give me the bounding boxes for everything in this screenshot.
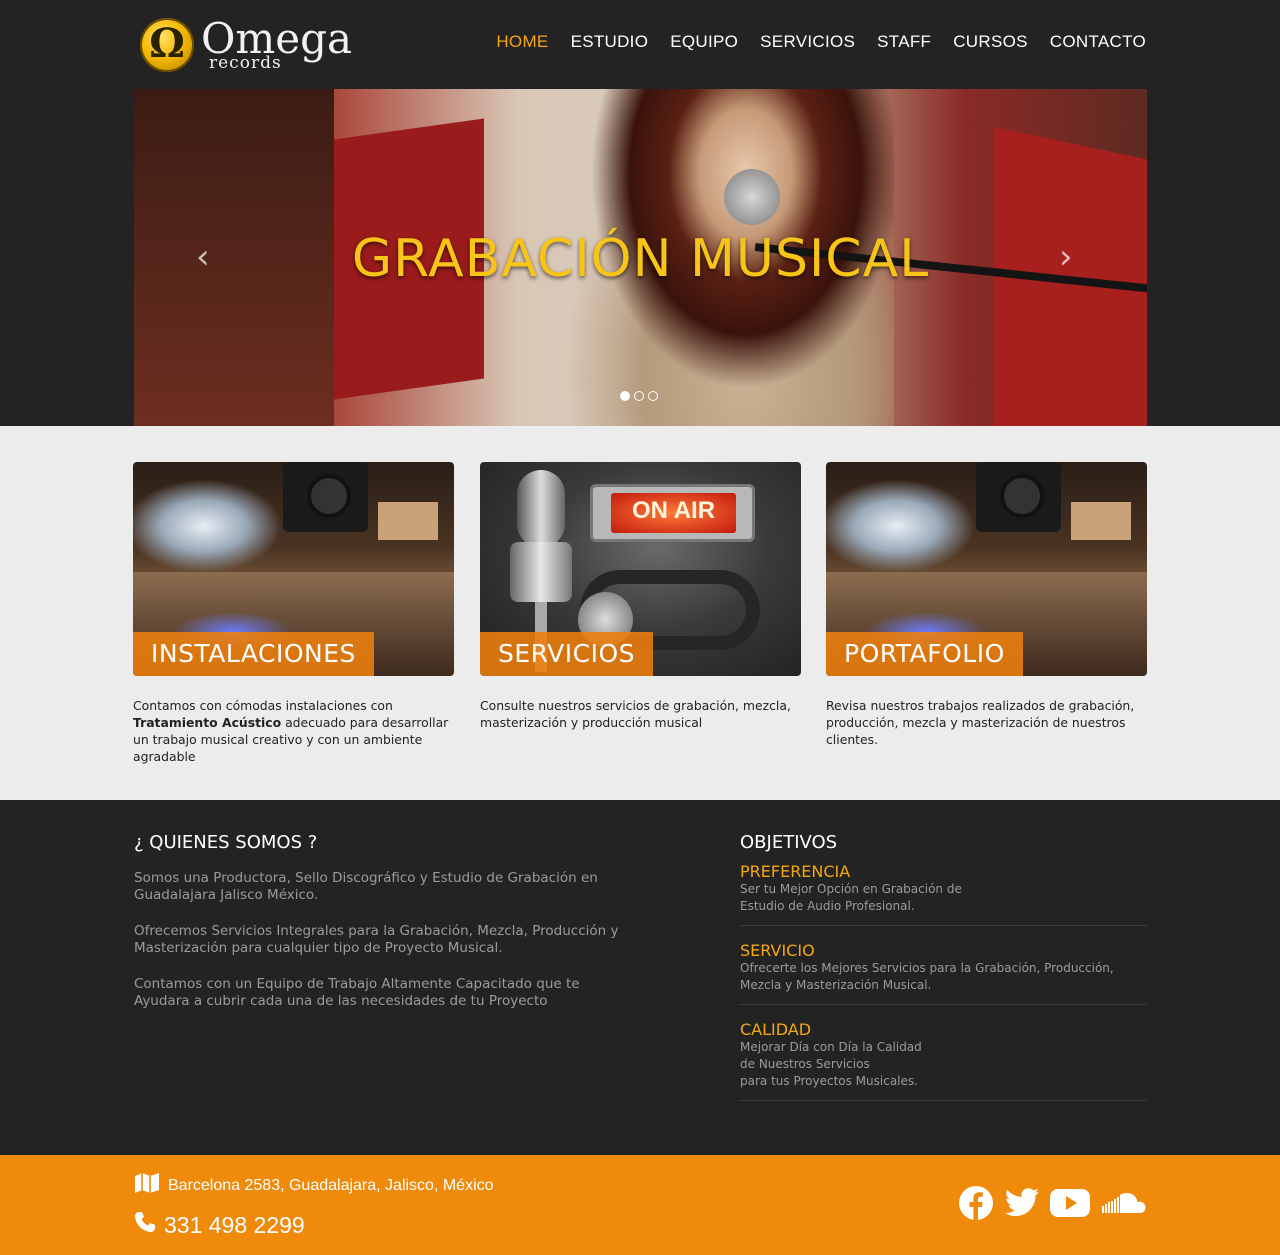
phone-icon [134,1211,156,1239]
studio-speaker [283,462,368,532]
microphone-body [510,542,572,602]
features-section: INSTALACIONES Contamos con cómodas insta… [0,426,1280,800]
footer-phone: 331 498 2299 [134,1211,305,1239]
hero-title: GRABACIÓN MUSICAL [351,229,930,289]
card-image-studio[interactable]: INSTALACIONES [133,462,454,676]
map-icon [134,1173,160,1198]
about-title: ¿ QUIENES SOMOS ? [134,832,318,853]
nav-staff[interactable]: STAFF [877,32,931,52]
goal-text: Ofrecerte los Mejores Servicios para la … [740,961,1114,992]
about-paragraph: Ofrecemos Servicios Integrales para la G… [134,923,619,956]
address-text: Barcelona 2583, Guadalajara, Jalisco, Mé… [168,1176,494,1194]
nav-contacto[interactable]: CONTACTO [1050,32,1146,52]
card-label: SERVICIOS [480,632,654,676]
nav-servicios[interactable]: SERVICIOS [760,32,855,52]
carousel-dot-1[interactable] [620,391,630,401]
card-label: INSTALACIONES [133,632,374,676]
nav-home[interactable]: HOME [496,32,548,52]
goal-title: SERVICIO [740,941,815,960]
nav-cursos[interactable]: CURSOS [953,32,1028,52]
on-air-sign: ON AIR [590,484,755,542]
card-servicios: ON AIR SERVICIOS Consulte nuestros servi… [480,462,801,731]
card-description: Revisa nuestros trabajos realizados de g… [826,698,1135,747]
youtube-icon[interactable] [1050,1188,1090,1222]
site-footer: Barcelona 2583, Guadalajara, Jalisco, Mé… [0,1155,1280,1255]
card-image-studio[interactable]: PORTAFOLIO [826,462,1147,676]
about-block: ¿ QUIENES SOMOS ? Somos una Productora, … [134,832,634,1029]
hero-photo-microphone [724,169,780,225]
goal-text: Ser tu Mejor Opción en Grabación de Estu… [740,882,962,913]
card-label: PORTAFOLIO [826,632,1023,676]
carousel-dot-3[interactable] [648,391,658,401]
on-air-text: ON AIR [631,497,716,524]
studio-speaker [976,462,1061,532]
card-text: Contamos con cómodas instalaciones con [133,698,393,713]
goals-block: OBJETIVOS PREFERENCIA Ser tu Mejor Opció… [740,832,1147,1117]
carousel-dot-2[interactable] [634,391,644,401]
carousel-indicators [620,391,658,401]
about-paragraph: Somos una Productora, Sello Discográfico… [134,870,598,903]
main-nav: HOME ESTUDIO EQUIPO SERVICIOS STAFF CURS… [496,32,1146,52]
carousel-prev-icon[interactable]: ‹ [196,237,210,277]
omega-symbol-icon: Ω [149,20,185,67]
goals-title: OBJETIVOS [740,832,838,853]
facebook-icon[interactable] [958,1185,994,1225]
card-description: Consulte nuestros servicios de grabación… [480,698,791,730]
studio-box [1071,502,1131,540]
site-header: Ω Omega records HOME ESTUDIO EQUIPO SERV… [0,0,1280,426]
twitter-icon[interactable] [1004,1188,1040,1222]
social-links [958,1185,1146,1225]
goal-text: Mejorar Día con Día la Calidad de Nuestr… [740,1040,922,1088]
nav-estudio[interactable]: ESTUDIO [571,32,649,52]
carousel-next-icon[interactable]: › [1059,237,1073,277]
goal-item: CALIDAD Mejorar Día con Día la Calidad d… [740,1021,1147,1101]
card-instalaciones: INSTALACIONES Contamos con cómodas insta… [133,462,454,765]
about-paragraph: Contamos con un Equipo de Trabajo Altame… [134,976,580,1009]
hero-carousel: GRABACIÓN MUSICAL ‹ › [134,89,1147,426]
studio-box [378,502,438,540]
card-portafolio: PORTAFOLIO Revisa nuestros trabajos real… [826,462,1147,748]
goal-item: PREFERENCIA Ser tu Mejor Opción en Graba… [740,863,1147,926]
nav-equipo[interactable]: EQUIPO [670,32,738,52]
card-image-on-air[interactable]: ON AIR SERVICIOS [480,462,801,676]
card-text-bold: Tratamiento Acústico [133,715,282,730]
goal-item: SERVICIO Ofrecerte los Mejores Servicios… [740,942,1147,1005]
info-section: ¿ QUIENES SOMOS ? Somos una Productora, … [0,800,1280,1155]
soundcloud-icon[interactable] [1100,1192,1146,1218]
goal-title: CALIDAD [740,1020,812,1039]
omega-records-logo[interactable]: Ω Omega records [138,14,352,76]
footer-address: Barcelona 2583, Guadalajara, Jalisco, Mé… [134,1173,494,1198]
microphone-head [517,470,565,548]
logo-subtitle: records [209,53,282,73]
card-description: Contamos con cómodas instalaciones con T… [133,697,454,765]
phone-text[interactable]: 331 498 2299 [164,1212,305,1239]
goal-title: PREFERENCIA [740,862,851,881]
